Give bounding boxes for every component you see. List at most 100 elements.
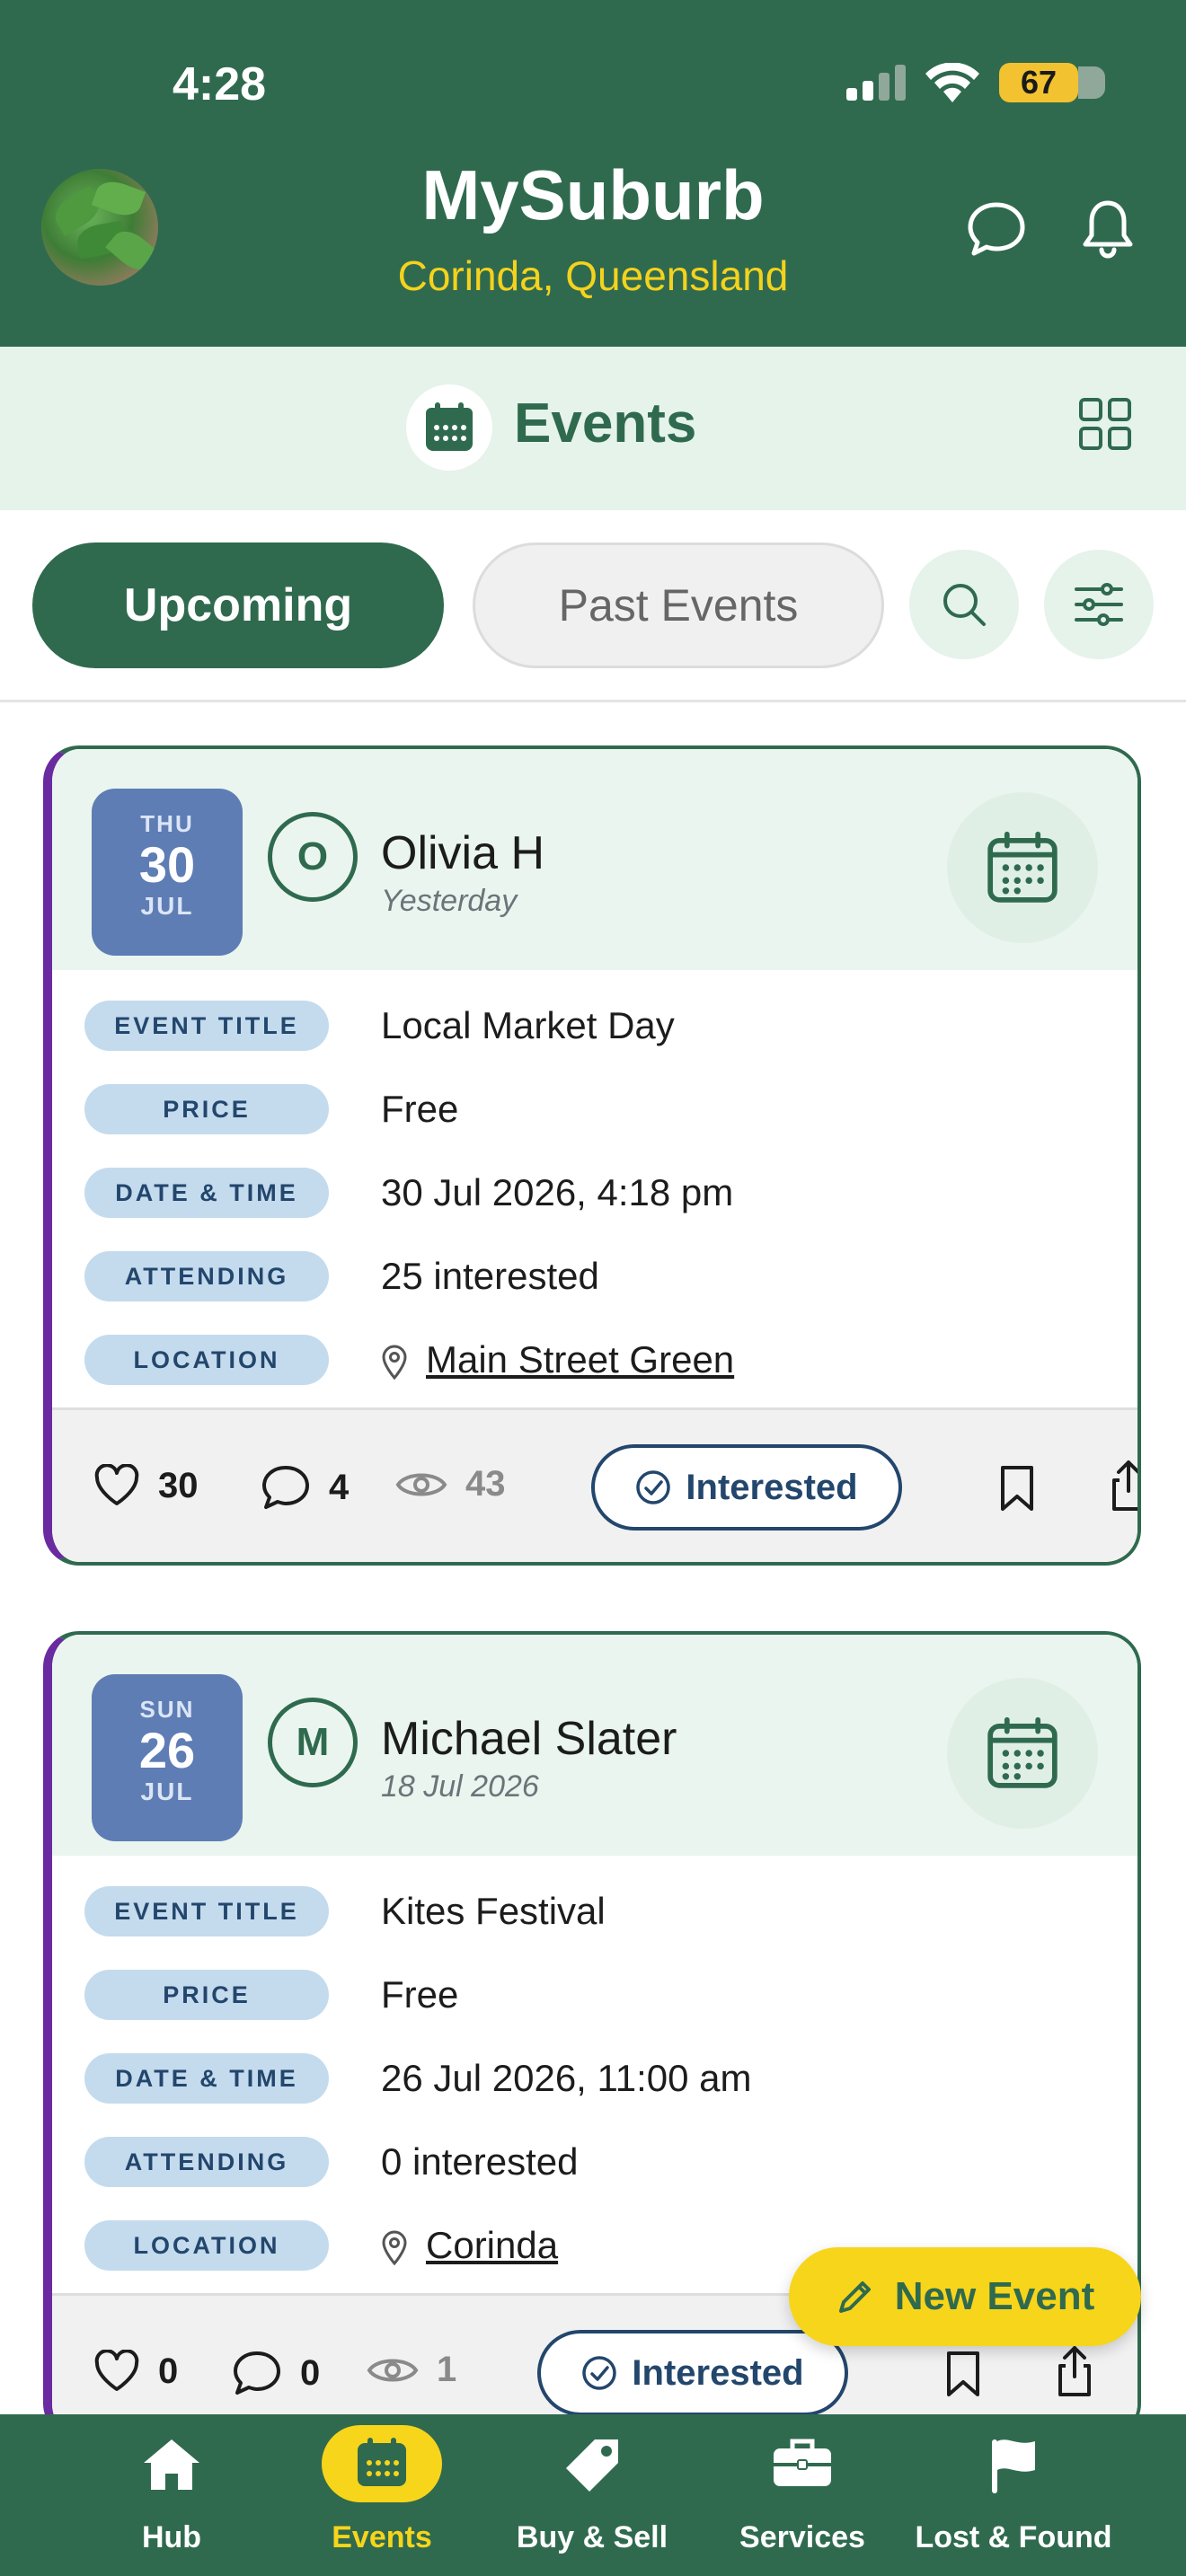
label-attending: ATTENDING	[84, 1251, 329, 1301]
interested-label: Interested	[686, 1467, 858, 1507]
signal-icon	[846, 65, 906, 101]
home-icon	[144, 2439, 199, 2490]
eye-icon	[395, 1473, 447, 1495]
calendar-icon	[358, 2438, 406, 2486]
field-row-datetime: DATE & TIME 26 Jul 2026, 11:00 am	[52, 2030, 1137, 2113]
card-header: THU 30 JUL O Olivia H Yesterday	[52, 749, 1137, 970]
author-avatar[interactable]: O	[268, 812, 358, 902]
author-name[interactable]: Olivia H	[381, 826, 544, 880]
location-link[interactable]: Corinda	[426, 2224, 558, 2266]
like-count: 0	[158, 2351, 179, 2391]
filter-button[interactable]	[1044, 550, 1154, 659]
event-price: Free	[381, 1088, 459, 1130]
label-attending: ATTENDING	[84, 2137, 329, 2187]
nav-events[interactable]: Events	[277, 2414, 487, 2576]
bottom-nav: Hub Events Buy & Sell Services Lost & Fo…	[0, 2414, 1186, 2576]
event-location[interactable]: Corinda	[381, 2224, 558, 2267]
page-title: Events	[514, 393, 697, 454]
wifi-icon	[925, 63, 979, 102]
interested-label: Interested	[632, 2352, 804, 2393]
card-footer: 30 4 43 Interested	[52, 1407, 1137, 1562]
nav-label: Buy & Sell	[516, 2520, 668, 2554]
field-row-price: PRICE Free	[52, 1061, 1137, 1144]
label-location: LOCATION	[84, 2220, 329, 2271]
author-name[interactable]: Michael Slater	[381, 1712, 677, 1766]
bell-icon[interactable]	[1076, 198, 1139, 260]
field-row-datetime: DATE & TIME 30 Jul 2026, 4:18 pm	[52, 1144, 1137, 1228]
section-icon	[406, 384, 492, 471]
battery-indicator: 67	[999, 63, 1105, 102]
field-row-title: EVENT TITLE Local Market Day	[52, 977, 1137, 1061]
comment-button[interactable]: 4	[261, 1464, 349, 1511]
flag-icon	[992, 2439, 1035, 2493]
date-month: JUL	[140, 892, 194, 920]
event-location[interactable]: Main Street Green	[381, 1338, 734, 1381]
card-header: SUN 26 JUL M Michael Slater 18 Jul 2026	[52, 1635, 1137, 1856]
interested-button[interactable]: Interested	[591, 1444, 902, 1531]
event-card[interactable]: THU 30 JUL O Olivia H Yesterday EVENT TI…	[43, 745, 1141, 1566]
event-fields: EVENT TITLE Kites Festival PRICE Free DA…	[52, 1856, 1137, 2293]
pencil-icon	[838, 2281, 871, 2313]
status-indicators: 67	[846, 63, 1105, 102]
date-weekday: SUN	[139, 1696, 195, 1723]
battery-level: 67	[1020, 64, 1058, 101]
status-time: 4:28	[173, 58, 267, 110]
location-link[interactable]: Main Street Green	[426, 1338, 734, 1381]
filter-row: Upcoming Past Events	[0, 510, 1186, 702]
comment-button[interactable]: 0	[232, 2350, 320, 2396]
tab-upcoming[interactable]: Upcoming	[32, 543, 444, 668]
event-datetime: 26 Jul 2026, 11:00 am	[381, 2057, 752, 2099]
interested-button[interactable]: Interested	[537, 2330, 848, 2416]
nav-buy-sell[interactable]: Buy & Sell	[487, 2414, 697, 2576]
location-pin-icon	[382, 2230, 407, 2266]
label-price: PRICE	[84, 1084, 329, 1134]
section-bar: Events	[0, 347, 1186, 510]
event-datetime: 30 Jul 2026, 4:18 pm	[381, 1171, 734, 1213]
view-count-display: 43	[395, 1464, 506, 1504]
nav-services[interactable]: Services	[697, 2414, 907, 2576]
comment-icon	[234, 2351, 280, 2395]
share-icon[interactable]	[1057, 2344, 1093, 2398]
comment-count: 4	[329, 1467, 350, 1507]
bookmark-icon[interactable]	[997, 1464, 1037, 1513]
label-location: LOCATION	[84, 1335, 329, 1385]
add-to-calendar-button[interactable]	[947, 792, 1098, 943]
field-row-attending: ATTENDING 25 interested	[52, 1228, 1137, 1311]
label-date-time: DATE & TIME	[84, 2053, 329, 2104]
view-count: 43	[465, 1464, 506, 1504]
location-pin-icon	[382, 1345, 407, 1381]
check-circle-icon	[582, 2356, 617, 2390]
add-to-calendar-button[interactable]	[947, 1678, 1098, 1829]
nav-lost-found[interactable]: Lost & Found	[907, 2414, 1120, 2576]
posted-time: Yesterday	[381, 884, 518, 918]
nav-hub[interactable]: Hub	[66, 2414, 277, 2576]
bookmark-icon[interactable]	[943, 2350, 983, 2398]
field-row-title: EVENT TITLE Kites Festival	[52, 1863, 1137, 1946]
nav-label: Lost & Found	[915, 2520, 1112, 2554]
heart-icon	[94, 1464, 139, 1505]
calendar-icon	[426, 402, 473, 451]
nav-label: Hub	[141, 2520, 202, 2554]
chat-icon[interactable]	[965, 198, 1028, 260]
like-count: 30	[158, 1465, 199, 1505]
event-title: Kites Festival	[381, 1890, 606, 1932]
share-icon[interactable]	[1111, 1459, 1141, 1513]
field-row-location: LOCATION Main Street Green	[52, 1311, 1137, 1395]
grid-view-icon[interactable]	[1078, 397, 1132, 451]
new-event-button[interactable]: New Event	[789, 2247, 1141, 2346]
view-count: 1	[437, 2350, 457, 2389]
author-avatar[interactable]: M	[268, 1698, 358, 1787]
like-button[interactable]: 0	[93, 2350, 178, 2393]
tab-past-events[interactable]: Past Events	[473, 543, 884, 668]
event-attending: 0 interested	[381, 2140, 579, 2183]
date-day: 26	[138, 1722, 196, 1778]
event-price: Free	[381, 1973, 459, 2016]
app-header: 4:28 67 MySuburb Corinda, Queensland	[0, 0, 1186, 347]
like-button[interactable]: 30	[93, 1464, 199, 1507]
comment-icon	[262, 1466, 309, 1509]
field-row-attending: ATTENDING 0 interested	[52, 2113, 1137, 2197]
view-count-display: 1	[367, 2350, 456, 2390]
heart-icon	[94, 2350, 139, 2391]
search-button[interactable]	[909, 550, 1019, 659]
nav-label: Events	[332, 2520, 432, 2554]
